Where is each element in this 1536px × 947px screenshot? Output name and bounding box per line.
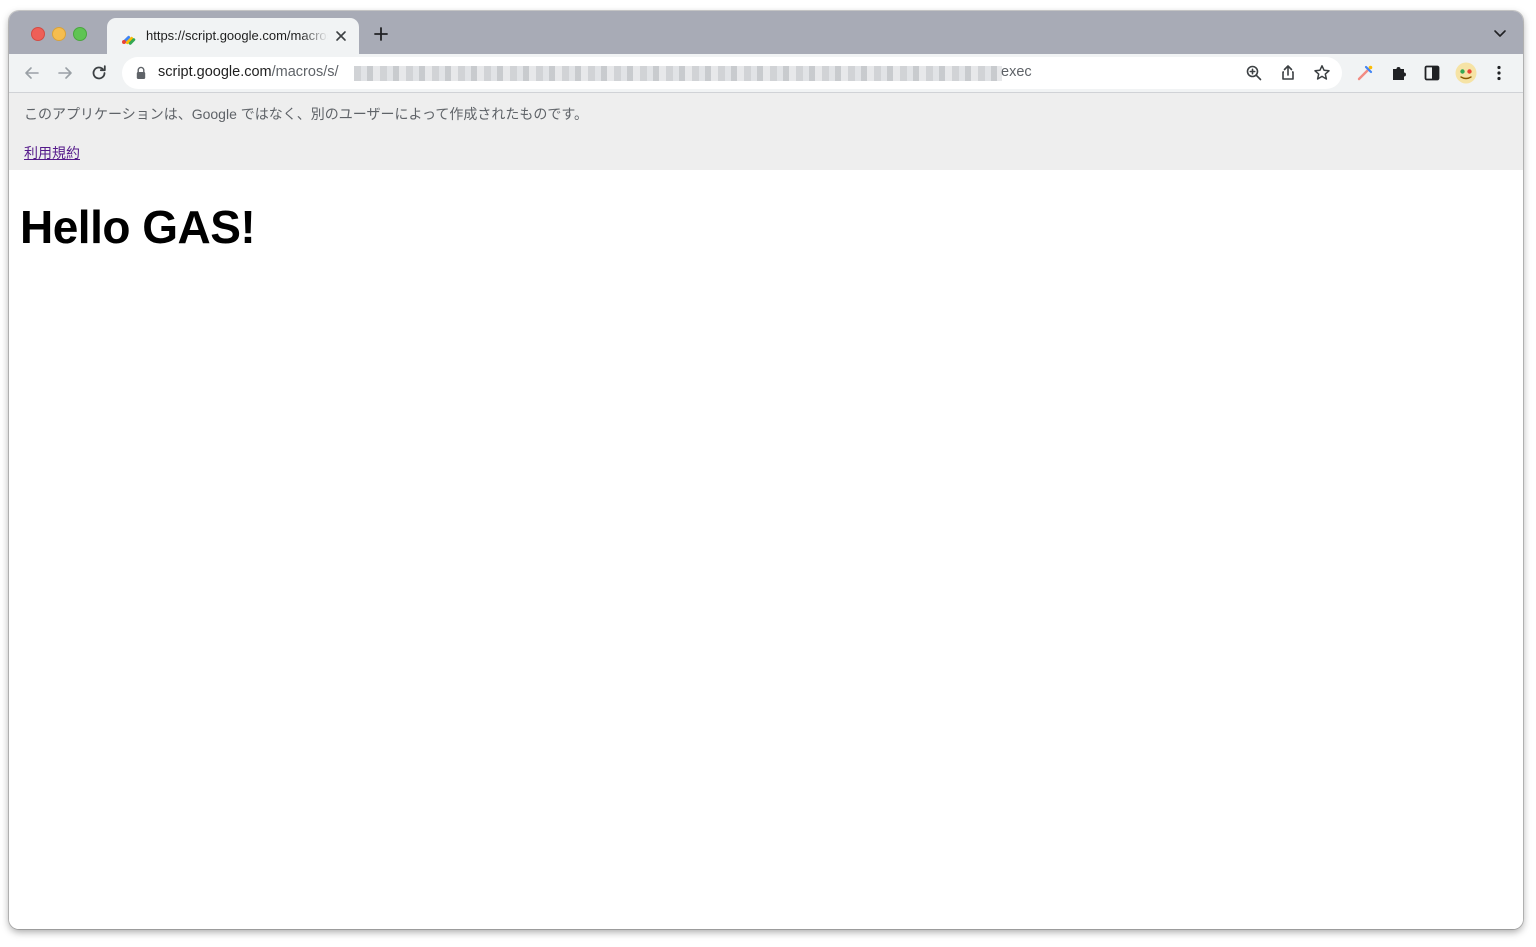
window-minimize-button[interactable] (52, 27, 66, 41)
page-heading: Hello GAS! (20, 201, 256, 253)
close-tab-icon[interactable] (333, 28, 349, 44)
extensions-puzzle-icon[interactable] (1389, 63, 1409, 83)
new-tab-icon[interactable] (373, 26, 389, 42)
browser-window: https://script.google.com/macros/s/…/exe… (9, 11, 1523, 929)
url-tail: exec (1001, 64, 1032, 80)
web-app-content: Hello GAS! (9, 170, 1523, 929)
window-maximize-button[interactable] (73, 27, 87, 41)
apps-script-favicon-icon (122, 35, 136, 45)
window-close-button[interactable] (31, 27, 45, 41)
share-icon[interactable] (1278, 63, 1298, 83)
lock-icon[interactable] (135, 66, 147, 80)
profile-avatar-icon[interactable] (1455, 62, 1477, 84)
forward-arrow-icon[interactable] (55, 63, 75, 83)
extension-pen-icon[interactable] (1355, 63, 1375, 83)
chevron-down-icon[interactable] (1493, 28, 1507, 40)
side-panel-icon[interactable] (1422, 63, 1442, 83)
tab-title: https://script.google.com/macros/s/…/exe… (146, 28, 328, 43)
address-bar[interactable]: script.google.com/macros/s/ exec (122, 57, 1342, 89)
browser-toolbar: script.google.com/macros/s/ exec (9, 54, 1523, 93)
tab-strip: https://script.google.com/macros/s/…/exe… (9, 11, 1523, 54)
terms-of-service-link[interactable]: 利用規約 (24, 143, 80, 163)
back-arrow-icon[interactable] (22, 63, 42, 83)
url-domain: script.google.com (158, 64, 272, 80)
more-menu-icon[interactable] (1489, 63, 1509, 83)
third-party-notice: このアプリケーションは、Google ではなく、別のユーザーによって作成されたも… (24, 106, 588, 122)
apps-script-warning-banner: このアプリケーションは、Google ではなく、別のユーザーによって作成されたも… (9, 93, 1523, 170)
reload-icon[interactable] (89, 63, 109, 83)
bookmark-star-icon[interactable] (1312, 63, 1332, 83)
url-text: script.google.com/macros/s/ (158, 64, 339, 80)
url-path: /macros/s/ (271, 64, 339, 80)
url-redacted-segment (354, 66, 1002, 81)
zoom-icon[interactable] (1244, 63, 1264, 83)
active-tab[interactable]: https://script.google.com/macros/s/…/exe… (107, 18, 359, 54)
